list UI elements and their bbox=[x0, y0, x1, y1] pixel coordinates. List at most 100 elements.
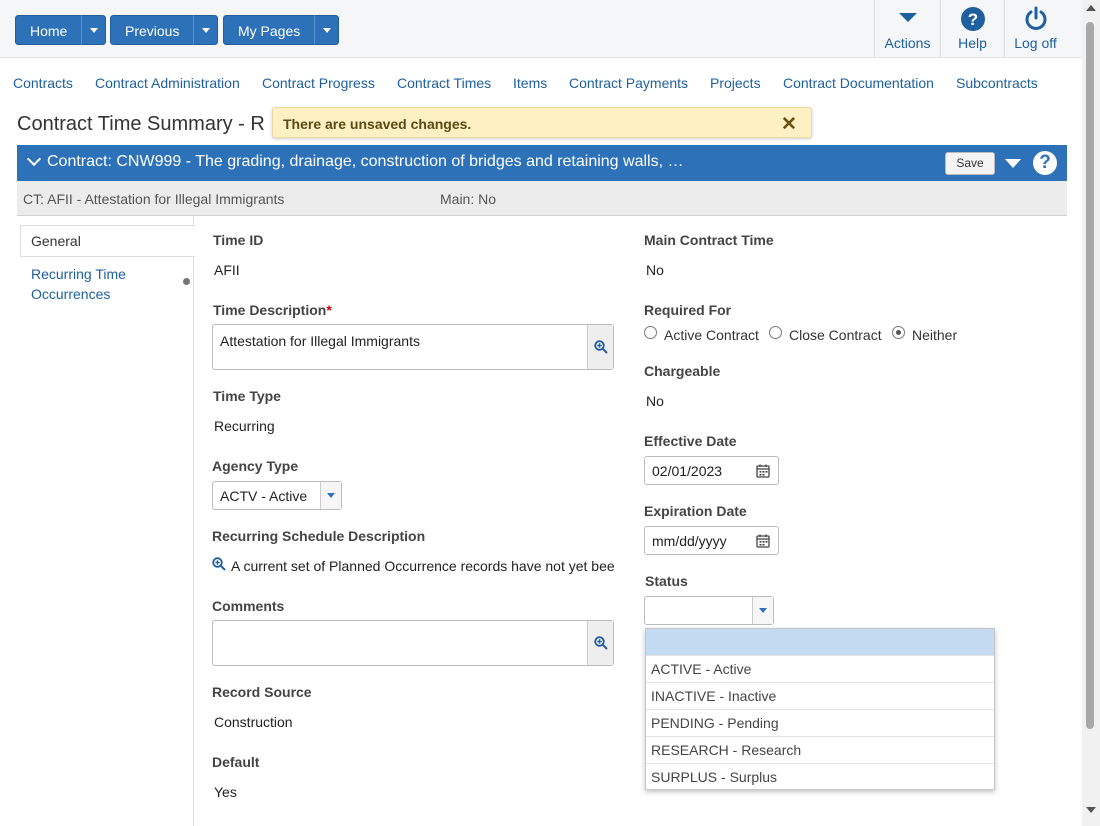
nav-items[interactable]: Items bbox=[513, 75, 547, 91]
unsaved-changes-banner: There are unsaved changes. ✕ bbox=[272, 107, 812, 138]
status-option-blank[interactable] bbox=[646, 629, 994, 656]
time-description-text: Attestation for Illegal Immigrants bbox=[220, 333, 420, 349]
recurring-schedule-text: A current set of Planned Occurrence reco… bbox=[231, 558, 614, 574]
record-source-label: Record Source bbox=[212, 684, 312, 700]
radio-neither[interactable] bbox=[892, 326, 905, 339]
scrollbar-thumb[interactable] bbox=[1086, 22, 1094, 729]
expiration-date-placeholder: mm/dd/yyyy bbox=[652, 533, 727, 549]
status-dropdown-list: ACTIVE - Active INACTIVE - Inactive PEND… bbox=[645, 628, 995, 790]
recurring-schedule-description: A current set of Planned Occurrence reco… bbox=[212, 556, 614, 578]
actions-button[interactable]: Actions bbox=[874, 0, 940, 58]
page-scrollbar[interactable] bbox=[1082, 0, 1100, 826]
nav-contract-times[interactable]: Contract Times bbox=[397, 75, 491, 91]
radio-close-contract[interactable] bbox=[769, 326, 782, 339]
side-tabs: General Recurring Time Occurrences bbox=[17, 216, 195, 826]
required-for-label: Required For bbox=[644, 302, 732, 318]
home-button[interactable]: Home bbox=[15, 15, 82, 45]
record-source-value: Construction bbox=[214, 714, 293, 730]
status-option-surplus[interactable]: SURPLUS - Surplus bbox=[646, 764, 994, 791]
log-off-label: Log off bbox=[1014, 35, 1057, 51]
log-off-button[interactable]: Log off bbox=[1004, 0, 1066, 58]
agency-type-select[interactable]: ACTV - Active bbox=[212, 481, 342, 510]
home-split-button[interactable]: Home bbox=[15, 15, 107, 45]
time-description-field[interactable]: Attestation for Illegal Immigrants bbox=[212, 324, 614, 370]
main-contract-time-value: No bbox=[646, 262, 664, 278]
my-pages-button[interactable]: My Pages bbox=[223, 15, 315, 45]
comments-field[interactable] bbox=[212, 620, 614, 666]
effective-date-input[interactable]: 02/01/2023 bbox=[644, 456, 779, 485]
nav-contract-documentation[interactable]: Contract Documentation bbox=[783, 75, 934, 91]
time-type-label: Time Type bbox=[213, 388, 281, 404]
expiration-date-label: Expiration Date bbox=[644, 503, 747, 519]
status-option-pending[interactable]: PENDING - Pending bbox=[646, 710, 994, 737]
default-value: Yes bbox=[214, 784, 237, 800]
caret-down-icon[interactable] bbox=[1005, 159, 1021, 168]
tab-recurring-time-occurrences[interactable]: Recurring Time Occurrences bbox=[20, 264, 195, 304]
nav-contract-progress[interactable]: Contract Progress bbox=[262, 75, 375, 91]
nav-contract-administration[interactable]: Contract Administration bbox=[95, 75, 240, 91]
calendar-icon[interactable] bbox=[756, 534, 770, 548]
home-menu-caret[interactable] bbox=[81, 15, 107, 45]
zoom-button[interactable] bbox=[587, 325, 613, 369]
agency-type-value: ACTV - Active bbox=[220, 488, 308, 504]
help-label: Help bbox=[958, 35, 987, 51]
nav-contracts[interactable]: Contracts bbox=[13, 75, 73, 91]
time-id-value: AFII bbox=[214, 262, 240, 278]
unsaved-message: There are unsaved changes. bbox=[283, 116, 472, 132]
status-option-research[interactable]: RESEARCH - Research bbox=[646, 737, 994, 764]
ct-info: CT: AFII - Attestation for Illegal Immig… bbox=[23, 191, 285, 207]
nav-subcontracts[interactable]: Subcontracts bbox=[956, 75, 1038, 91]
chargeable-value: No bbox=[646, 393, 664, 409]
effective-date-value: 02/01/2023 bbox=[652, 463, 723, 479]
effective-date-label: Effective Date bbox=[644, 433, 737, 449]
main-info: Main: No bbox=[440, 191, 497, 207]
status-select[interactable] bbox=[644, 596, 774, 625]
tab-general[interactable]: General bbox=[20, 225, 195, 257]
help-button[interactable]: ? Help bbox=[940, 0, 1004, 58]
status-option-active[interactable]: ACTIVE - Active bbox=[646, 656, 994, 683]
chargeable-label: Chargeable bbox=[644, 363, 721, 379]
default-label: Default bbox=[212, 754, 260, 770]
contract-time-info: CT: AFII - Attestation for Illegal Immig… bbox=[17, 181, 1067, 216]
time-description-label-text: Time Description bbox=[213, 302, 327, 318]
time-description-label: Time Description* bbox=[213, 302, 332, 318]
radio-close-contract-label[interactable]: Close Contract bbox=[789, 327, 882, 343]
scroll-down-icon[interactable] bbox=[1086, 807, 1096, 813]
page-title: Contract Time Summary - R bbox=[17, 113, 265, 135]
zoom-in-icon[interactable] bbox=[212, 557, 226, 571]
zoom-in-icon bbox=[594, 340, 608, 354]
zoom-in-icon bbox=[594, 636, 608, 650]
previous-split-button[interactable]: Previous bbox=[110, 15, 219, 45]
nav-contract-payments[interactable]: Contract Payments bbox=[569, 75, 688, 91]
chevron-down-icon[interactable] bbox=[320, 482, 341, 509]
expiration-date-input[interactable]: mm/dd/yyyy bbox=[644, 526, 779, 555]
chevron-down-icon[interactable] bbox=[752, 597, 773, 624]
recurring-schedule-label: Recurring Schedule Description bbox=[212, 528, 426, 544]
save-button[interactable]: Save bbox=[945, 152, 995, 175]
radio-active-contract-label[interactable]: Active Contract bbox=[664, 327, 759, 343]
agency-type-label: Agency Type bbox=[212, 458, 299, 474]
chevron-down-icon[interactable] bbox=[26, 151, 42, 167]
calendar-icon[interactable] bbox=[756, 464, 770, 478]
contract-title: Contract: CNW999 - The grading, drainage… bbox=[47, 153, 684, 170]
tab-recurring-label: Recurring Time Occurrences bbox=[31, 266, 126, 302]
contract-header[interactable]: Contract: CNW999 - The grading, drainage… bbox=[17, 145, 1067, 181]
help-icon[interactable]: ? bbox=[1033, 151, 1057, 175]
previous-menu-caret[interactable] bbox=[193, 15, 219, 45]
status-option-inactive[interactable]: INACTIVE - Inactive bbox=[646, 683, 994, 710]
nav-projects[interactable]: Projects bbox=[710, 75, 761, 91]
my-pages-menu-caret[interactable] bbox=[314, 15, 340, 45]
zoom-button[interactable] bbox=[587, 621, 613, 665]
svg-text:?: ? bbox=[967, 10, 977, 29]
close-icon[interactable]: ✕ bbox=[781, 113, 797, 136]
my-pages-split-button[interactable]: My Pages bbox=[223, 15, 340, 45]
comments-label: Comments bbox=[212, 598, 285, 614]
top-toolbar: Home Previous My Pages Actions ? Help Lo… bbox=[0, 0, 1082, 58]
radio-active-contract[interactable] bbox=[644, 326, 657, 339]
status-label: Status bbox=[645, 573, 688, 589]
power-icon bbox=[1025, 6, 1046, 30]
scroll-up-icon[interactable] bbox=[1086, 5, 1096, 11]
radio-neither-label[interactable]: Neither bbox=[912, 327, 957, 343]
previous-button[interactable]: Previous bbox=[110, 15, 194, 45]
time-type-value: Recurring bbox=[214, 418, 275, 434]
